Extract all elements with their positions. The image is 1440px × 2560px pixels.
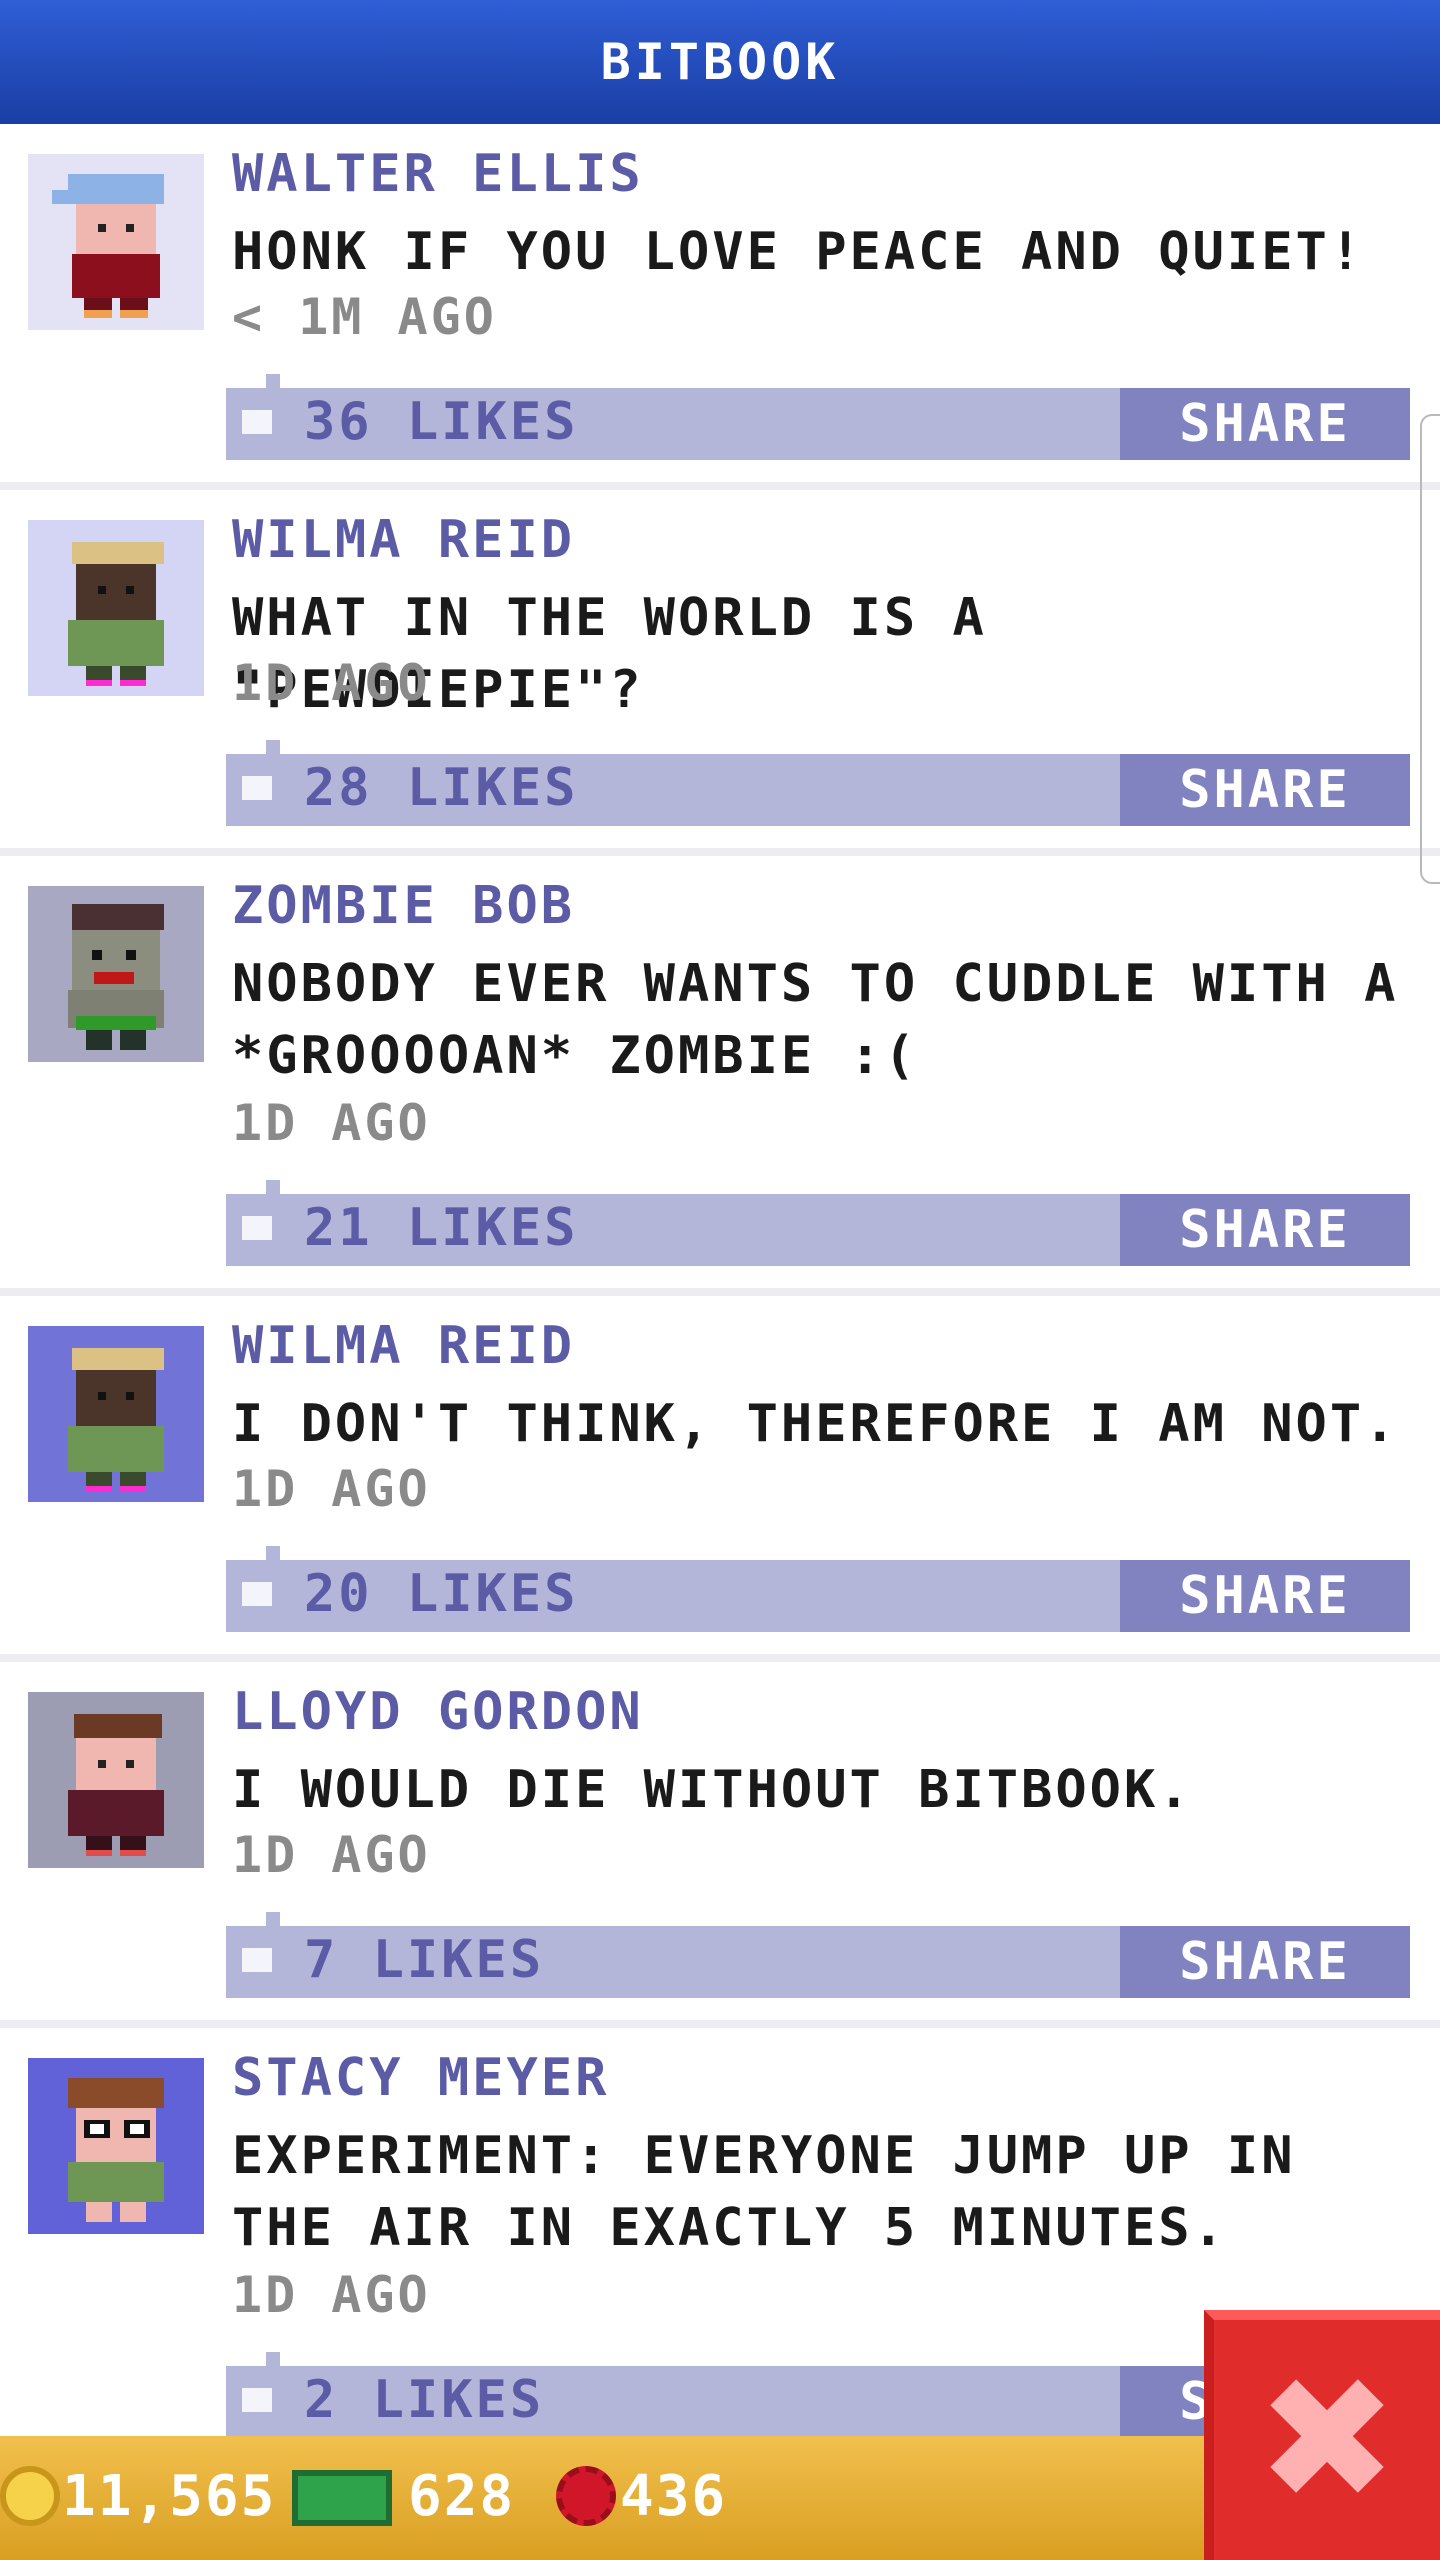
post-item: ZOMBIE BOB NOBODY EVER WANTS TO CUDDLE W… — [0, 856, 1440, 1288]
post-item: LLOYD GORDON I WOULD DIE WITHOUT BITBOOK… — [0, 1662, 1440, 2020]
post-timestamp: 1D AGO — [232, 1460, 431, 1518]
likes-count: 28 LIKES — [304, 758, 579, 818]
post-timestamp: 1D AGO — [232, 654, 431, 712]
avatar-wilma-reid — [68, 1348, 164, 1492]
coins-count: 11,565 — [62, 2464, 277, 2529]
likes-count: 2 LIKES — [304, 2370, 545, 2430]
avatar[interactable] — [28, 1692, 204, 1868]
avatar[interactable] — [28, 520, 204, 696]
avatar-stacy-meyer — [68, 2078, 164, 2222]
thumbs-up-icon[interactable] — [242, 1582, 272, 1606]
post-divider — [0, 482, 1440, 490]
likes-bar: 20 LIKES SHARE — [226, 1546, 1410, 1632]
likes-count: 20 LIKES — [304, 1564, 579, 1624]
post-item: WILMA REID I DON'T THINK, THEREFORE I AM… — [0, 1296, 1440, 1654]
post-author[interactable]: WILMA REID — [232, 1316, 575, 1376]
post-timestamp: 1D AGO — [232, 1826, 431, 1884]
share-button[interactable]: SHARE — [1120, 754, 1410, 826]
avatar[interactable] — [28, 2058, 204, 2234]
avatar[interactable] — [28, 154, 204, 330]
like-tab — [266, 374, 280, 388]
share-button[interactable]: SHARE — [1120, 1194, 1410, 1266]
close-button[interactable]: ✖ — [1204, 2310, 1440, 2560]
likes-count: 21 LIKES — [304, 1198, 579, 1258]
likes-count: 7 LIKES — [304, 1930, 545, 1990]
post-message: EXPERIMENT: EVERYONE JUMP UP IN THE AIR … — [232, 2126, 1296, 2258]
share-button[interactable]: SHARE — [1120, 1926, 1410, 1998]
app-header: BITBOOK — [0, 0, 1440, 124]
avatar[interactable] — [28, 886, 204, 1062]
like-tab — [266, 740, 280, 754]
scrollbar[interactable] — [1420, 414, 1440, 884]
coin-icon — [0, 2466, 60, 2526]
bux-count: 628 — [408, 2464, 516, 2529]
avatar[interactable] — [28, 1326, 204, 1502]
like-tab — [266, 1546, 280, 1560]
post-author[interactable]: ZOMBIE BOB — [232, 876, 575, 936]
likes-bar: 36 LIKES SHARE — [226, 374, 1410, 460]
share-button[interactable]: SHARE — [1120, 388, 1410, 460]
post-message: I DON'T THINK, THEREFORE I AM NOT. — [232, 1394, 1399, 1454]
like-tab — [266, 2352, 280, 2366]
post-message: I WOULD DIE WITHOUT BITBOOK. — [232, 1760, 1193, 1820]
close-icon: ✖ — [1255, 2341, 1399, 2539]
post-timestamp: 1D AGO — [232, 1094, 431, 1152]
post-message: NOBODY EVER WANTS TO CUDDLE WITH A *GROO… — [232, 954, 1399, 1086]
gems-count: 436 — [620, 2464, 728, 2529]
post-item: WALTER ELLIS HONK IF YOU LOVE PEACE AND … — [0, 124, 1440, 482]
like-tab — [266, 1180, 280, 1194]
post-divider — [0, 1654, 1440, 1662]
thumbs-up-icon[interactable] — [242, 1216, 272, 1240]
post-feed[interactable]: WALTER ELLIS HONK IF YOU LOVE PEACE AND … — [0, 124, 1440, 2436]
avatar-zombie-bob — [68, 904, 164, 1050]
post-author[interactable]: WILMA REID — [232, 510, 575, 570]
like-tab — [266, 1912, 280, 1926]
likes-bar: 28 LIKES SHARE — [226, 740, 1410, 826]
share-button[interactable]: SHARE — [1120, 1560, 1410, 1632]
post-author[interactable]: STACY MEYER — [232, 2048, 609, 2108]
bux-icon — [292, 2470, 392, 2526]
post-timestamp: < 1M AGO — [232, 288, 497, 346]
avatar-walter-ellis — [52, 174, 164, 318]
post-divider — [0, 848, 1440, 856]
post-divider — [0, 2020, 1440, 2028]
post-author[interactable]: WALTER ELLIS — [232, 144, 644, 204]
likes-bar: 7 LIKES SHARE — [226, 1912, 1410, 1998]
post-divider — [0, 1288, 1440, 1296]
thumbs-up-icon[interactable] — [242, 2388, 272, 2412]
thumbs-up-icon[interactable] — [242, 776, 272, 800]
likes-bar: 21 LIKES SHARE — [226, 1180, 1410, 1266]
avatar-wilma-reid — [68, 542, 164, 686]
post-timestamp: 1D AGO — [232, 2266, 431, 2324]
thumbs-up-icon[interactable] — [242, 1948, 272, 1972]
page-title: BITBOOK — [600, 33, 840, 91]
avatar-lloyd-gordon — [68, 1714, 164, 1856]
likes-count: 36 LIKES — [304, 392, 579, 452]
thumbs-up-icon[interactable] — [242, 410, 272, 434]
post-message: HONK IF YOU LOVE PEACE AND QUIET! — [232, 222, 1365, 282]
post-item: WILMA REID WHAT IN THE WORLD IS A "PEWDI… — [0, 490, 1440, 848]
post-author[interactable]: LLOYD GORDON — [232, 1682, 644, 1742]
gem-icon — [556, 2466, 616, 2526]
